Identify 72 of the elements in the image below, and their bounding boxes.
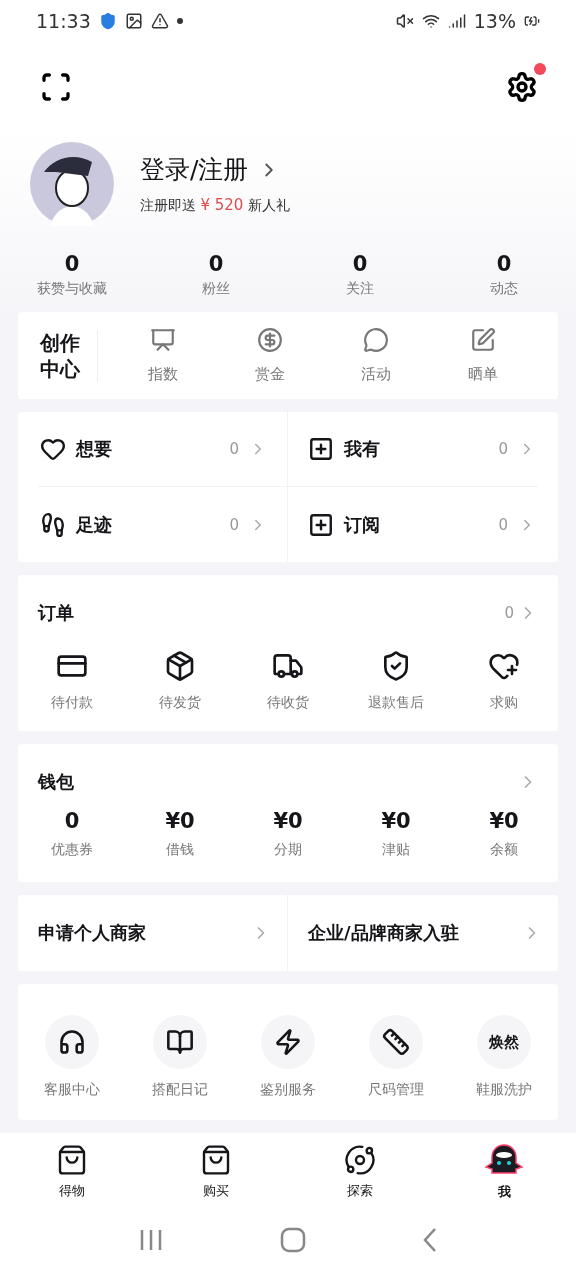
- stat-value: 0: [64, 252, 80, 277]
- heart-icon: [40, 436, 66, 462]
- login-link[interactable]: 登录/注册: [140, 153, 290, 187]
- promo-text: 注册即送 ¥ 520 新人礼: [140, 196, 290, 216]
- service-logo: 焕然: [477, 1015, 531, 1069]
- stat-label: 获赞与收藏: [37, 280, 107, 299]
- shortcut-item[interactable]: 足迹 0: [38, 487, 288, 562]
- image-icon: [124, 12, 143, 31]
- wallet-item[interactable]: ¥0 余额: [450, 808, 558, 860]
- shield-icon: [98, 12, 117, 31]
- edit-icon: [469, 327, 496, 354]
- shortcut-label: 我有: [344, 437, 381, 461]
- square-plus-icon: [308, 511, 334, 538]
- chat-bubble-icon: [363, 327, 390, 354]
- shortcut-count: 0: [498, 515, 508, 534]
- box-icon: [164, 650, 196, 682]
- stat-value: 0: [496, 252, 512, 277]
- creator-item[interactable]: 晒单: [429, 326, 536, 386]
- stat-value: 0: [208, 252, 224, 277]
- creator-title: 创作中心: [40, 329, 98, 382]
- chart-board-icon: [150, 327, 177, 354]
- signal-icon: [447, 12, 466, 31]
- merchant-link[interactable]: 申请个人商家: [18, 895, 288, 971]
- stat-label: 动态: [490, 280, 518, 299]
- tab-item[interactable]: 探索: [288, 1133, 432, 1210]
- status-time: 11:33: [36, 10, 91, 33]
- tab-item[interactable]: 我: [432, 1133, 576, 1210]
- shortcut-label: 订阅: [344, 512, 381, 537]
- settings-icon: [506, 70, 538, 103]
- footprint-icon: [40, 511, 66, 538]
- tab-item[interactable]: 购买: [144, 1133, 288, 1210]
- creator-item[interactable]: 指数: [110, 326, 217, 386]
- wallet-item[interactable]: ¥0 津贴: [342, 808, 450, 860]
- order-item[interactable]: 待发货: [126, 649, 234, 713]
- avatar-icon: [30, 142, 114, 227]
- scan-icon: [40, 70, 72, 103]
- stat-value: 0: [352, 252, 368, 277]
- wallet-item[interactable]: 0 优惠券: [18, 808, 126, 860]
- service-item[interactable]: 搭配日记: [126, 1014, 234, 1100]
- shortcut-label: 想要: [76, 437, 113, 461]
- creator-item[interactable]: 活动: [323, 326, 430, 386]
- stat-label: 关注: [346, 280, 374, 299]
- service-item[interactable]: 焕然 鞋服洗护: [450, 1014, 558, 1100]
- shortcut-item[interactable]: 想要 0: [38, 412, 288, 487]
- creator-item[interactable]: 赏金: [216, 326, 323, 386]
- order-item[interactable]: 待付款: [18, 649, 126, 713]
- shortcut-label: 足迹: [76, 512, 113, 537]
- shortcut-count: 0: [229, 515, 239, 534]
- merchant-link[interactable]: 企业/品牌商家入驻: [288, 895, 558, 971]
- shortcut-count: 0: [229, 440, 239, 458]
- service-item[interactable]: 尺码管理: [342, 1014, 450, 1100]
- wallet-item[interactable]: ¥0 分期: [234, 808, 342, 860]
- shortcut-item[interactable]: 订阅 0: [288, 487, 538, 562]
- wallet-title: 钱包: [38, 770, 75, 794]
- coin-icon: [256, 327, 283, 354]
- order-item[interactable]: 待收货: [234, 649, 342, 713]
- service-item[interactable]: 客服中心: [18, 1014, 126, 1100]
- battery-percent: 13%: [473, 10, 516, 33]
- orders-count: 0: [504, 604, 514, 622]
- wallet-item[interactable]: ¥0 借钱: [126, 808, 234, 860]
- order-item[interactable]: 退款售后: [342, 649, 450, 713]
- stat-label: 粉丝: [202, 280, 230, 299]
- service-item[interactable]: 鉴别服务: [234, 1014, 342, 1100]
- orders-title: 订单: [38, 601, 75, 625]
- wifi-icon: [421, 12, 440, 31]
- mute-icon: [395, 12, 414, 31]
- order-item[interactable]: 求购: [450, 649, 558, 713]
- shortcut-item[interactable]: 我有 0: [288, 412, 538, 487]
- tab-item[interactable]: 得物: [0, 1133, 144, 1210]
- warning-icon: [150, 12, 169, 31]
- shortcut-count: 0: [498, 440, 508, 458]
- dot-icon: [176, 18, 183, 25]
